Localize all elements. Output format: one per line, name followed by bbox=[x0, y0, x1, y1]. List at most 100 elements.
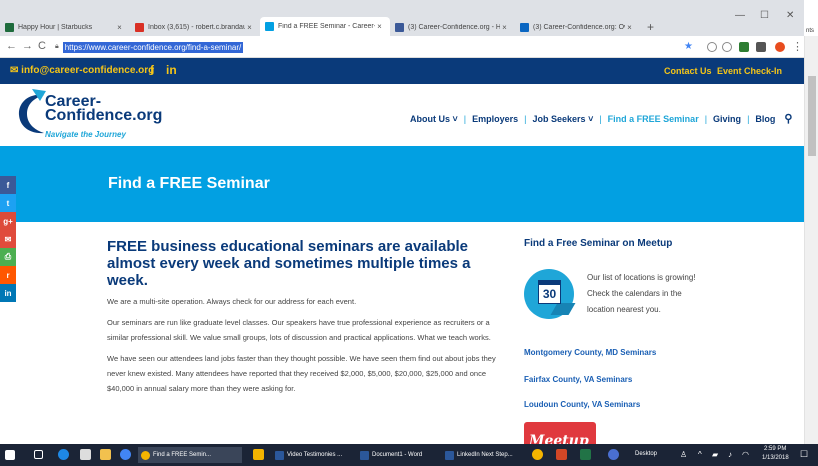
nav-giving[interactable]: Giving bbox=[713, 114, 741, 124]
taskbar-app-icon[interactable] bbox=[608, 449, 619, 460]
share-google-plus-icon[interactable]: g+ bbox=[0, 212, 16, 230]
calendar-icon: 30 bbox=[524, 269, 576, 319]
file-explorer-icon[interactable] bbox=[100, 449, 111, 460]
address-bar[interactable]: 🔒︎ https://www.career-confidence.org/fin… bbox=[55, 39, 697, 55]
profile-avatar[interactable] bbox=[775, 42, 785, 52]
minimize-button[interactable]: — bbox=[735, 10, 745, 21]
taskbar-item[interactable]: LinkedIn Next Step... bbox=[445, 447, 523, 463]
sidebar: Find a Free Seminar on Meetup 30 Our lis… bbox=[524, 238, 696, 448]
notifications-icon[interactable]: ☐ bbox=[800, 449, 808, 460]
taskbar-item[interactable]: Video Testimonies ... bbox=[275, 447, 353, 463]
calendar-page: 30 bbox=[538, 280, 561, 304]
restore-button[interactable]: ☐ bbox=[760, 10, 769, 21]
wifi-icon[interactable]: ◠ bbox=[742, 450, 749, 459]
word-icon bbox=[275, 450, 284, 460]
word-icon bbox=[360, 450, 369, 460]
reload-button[interactable]: C bbox=[38, 40, 46, 52]
chevron-down-icon: ˅ bbox=[588, 113, 594, 124]
chrome-menu-icon[interactable]: ⋮ bbox=[792, 40, 803, 53]
nav-job-seekers[interactable]: Job Seekers ˅ bbox=[533, 114, 594, 124]
word-icon bbox=[445, 450, 454, 460]
edge-browser-icon[interactable] bbox=[58, 449, 69, 460]
taskbar-item[interactable]: Find a FREE Semin... bbox=[138, 447, 242, 463]
extension-icon[interactable] bbox=[756, 42, 766, 52]
tab-close-icon[interactable]: × bbox=[245, 23, 254, 32]
extension-icon[interactable] bbox=[739, 42, 749, 52]
share-twitter-icon[interactable]: t bbox=[0, 194, 16, 212]
montgomery-seminars-link[interactable]: Montgomery County, MD Seminars bbox=[524, 348, 656, 357]
facebook-icon[interactable]: f bbox=[150, 63, 154, 77]
offscreen-text-fragment: nts bbox=[806, 28, 815, 34]
chevron-down-icon: ˅ bbox=[452, 113, 458, 124]
loudoun-seminars-link[interactable]: Loudoun County, VA Seminars bbox=[524, 400, 640, 409]
tab-close-icon[interactable]: × bbox=[500, 23, 509, 32]
new-tab-button[interactable]: + bbox=[647, 20, 654, 34]
nav-separator: | bbox=[524, 113, 527, 124]
nav-employers[interactable]: Employers bbox=[472, 114, 518, 124]
tray-chevron-icon[interactable]: ^ bbox=[698, 450, 702, 459]
lock-icon: 🔒︎ bbox=[55, 43, 59, 50]
volume-icon[interactable]: ♪ bbox=[728, 450, 732, 459]
social-share-bar: f t g+ ✉ ⎙ r in bbox=[0, 176, 16, 302]
people-icon[interactable]: ♙ bbox=[680, 450, 687, 459]
excel-icon[interactable] bbox=[580, 449, 591, 460]
nav-separator: | bbox=[463, 113, 467, 124]
bookmark-star-icon[interactable]: ★ bbox=[684, 41, 693, 52]
task-view-icon[interactable] bbox=[34, 450, 43, 459]
windows-start-icon[interactable] bbox=[5, 450, 15, 460]
envelope-icon: ✉ bbox=[10, 65, 22, 76]
nav-separator: | bbox=[747, 113, 750, 124]
network-icon[interactable]: ▰ bbox=[712, 450, 718, 459]
url-text[interactable]: https://www.career-confidence.org/find-a… bbox=[62, 41, 244, 53]
windows-taskbar: Find a FREE Semin... Video Testimonies .… bbox=[0, 444, 818, 466]
logo-tagline: Navigate the Journey bbox=[45, 130, 126, 139]
main-nav: About Us ˅ | Employers | Job Seekers ˅ |… bbox=[410, 112, 792, 125]
email-link[interactable]: ✉ info@career-confidence.org bbox=[10, 65, 154, 76]
desktop-toolbar-label[interactable]: Desktop bbox=[635, 451, 657, 457]
nav-about-us[interactable]: About Us ˅ bbox=[410, 114, 458, 124]
back-button[interactable]: ← bbox=[6, 40, 17, 52]
taskbar-app-icon[interactable] bbox=[532, 449, 543, 460]
share-facebook-icon[interactable]: f bbox=[0, 176, 16, 194]
browser-toolbar: ← → C 🔒︎ https://www.career-confidence.o… bbox=[0, 36, 804, 58]
share-reddit-icon[interactable]: r bbox=[0, 266, 16, 284]
browser-tab[interactable]: Inbox (3,615) - robert.c.brandau@... × bbox=[130, 19, 260, 36]
browser-tab[interactable]: (3) Career-Confidence.org - Hom... × bbox=[390, 19, 515, 36]
extension-icon[interactable] bbox=[707, 42, 717, 52]
search-icon[interactable]: ⚲ bbox=[784, 112, 792, 125]
event-checkin-link[interactable]: Event Check-In bbox=[717, 66, 782, 76]
sidebar-heading: Find a Free Seminar on Meetup bbox=[524, 238, 673, 249]
powerpoint-icon[interactable] bbox=[556, 449, 567, 460]
share-print-icon[interactable]: ⎙ bbox=[0, 248, 16, 266]
content-paragraph: We are a multi-site operation. Always ch… bbox=[107, 297, 357, 306]
browser-tab[interactable]: (3) Career-Confidence.org: Overv... × bbox=[515, 19, 640, 36]
forward-button[interactable]: → bbox=[22, 40, 33, 52]
share-linkedin-icon[interactable]: in bbox=[0, 284, 16, 302]
fairfax-seminars-link[interactable]: Fairfax County, VA Seminars bbox=[524, 375, 632, 384]
store-icon[interactable] bbox=[80, 449, 91, 460]
calendar-shadow bbox=[550, 303, 576, 315]
taskbar-app-icon[interactable] bbox=[253, 449, 264, 460]
scrollbar-thumb[interactable] bbox=[808, 76, 816, 156]
career-confidence-favicon-icon bbox=[265, 22, 274, 31]
nav-find-free-seminar[interactable]: Find a FREE Seminar bbox=[608, 114, 699, 124]
browser-tab[interactable]: Happy Hour | Starbucks × bbox=[0, 19, 130, 36]
facebook-favicon-icon bbox=[395, 23, 404, 32]
taskbar-item[interactable]: Document1 - Word bbox=[360, 447, 436, 463]
clock-date[interactable]: 1/13/2018 bbox=[762, 455, 789, 461]
extension-icon[interactable] bbox=[722, 42, 732, 52]
share-email-icon[interactable]: ✉ bbox=[0, 230, 16, 248]
contact-us-link[interactable]: Contact Us bbox=[664, 66, 712, 76]
tab-close-icon[interactable]: × bbox=[375, 22, 384, 31]
nav-blog[interactable]: Blog bbox=[755, 114, 775, 124]
linkedin-icon[interactable]: in bbox=[166, 63, 177, 77]
tab-close-icon[interactable]: × bbox=[625, 23, 634, 32]
vertical-scrollbar[interactable] bbox=[804, 36, 818, 444]
browser-tab-active[interactable]: Find a FREE Seminar - Career-Co... × bbox=[260, 17, 390, 36]
clock-time[interactable]: 2:59 PM bbox=[764, 446, 786, 452]
site-top-bar: ✉ info@career-confidence.org f in Contac… bbox=[0, 58, 804, 84]
logo-text[interactable]: Career- Confidence.org bbox=[45, 94, 162, 124]
chrome-icon[interactable] bbox=[120, 449, 131, 460]
close-window-button[interactable]: ✕ bbox=[786, 10, 794, 21]
tab-close-icon[interactable]: × bbox=[115, 23, 124, 32]
